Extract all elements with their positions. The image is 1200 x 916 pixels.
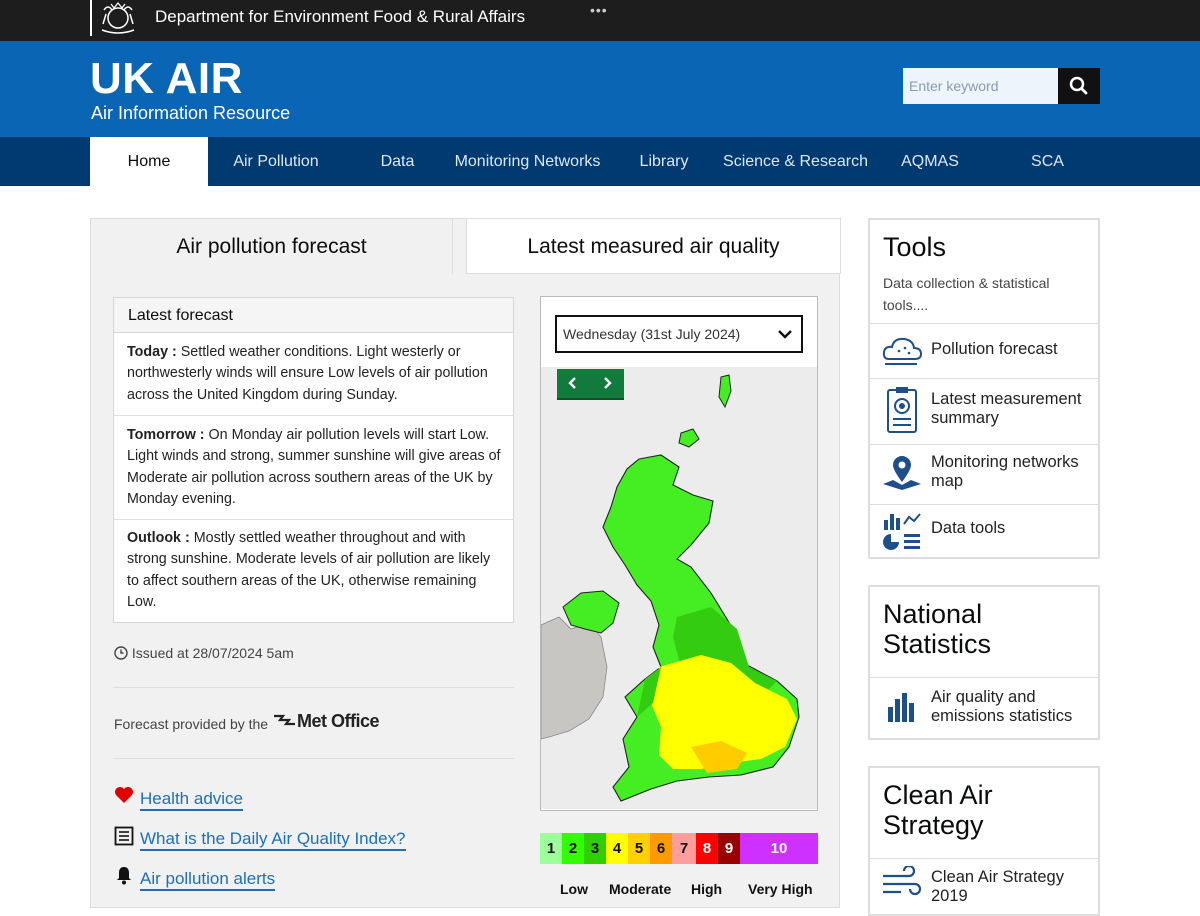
cloud-forecast-icon bbox=[882, 337, 923, 365]
nav-air-pollution[interactable]: Air Pollution bbox=[217, 137, 335, 186]
legend-cell-7: 7 bbox=[672, 833, 696, 864]
forecast-today-text: Settled weather conditions. Light wester… bbox=[127, 344, 488, 403]
nav-monitoring-networks[interactable]: Monitoring Networks bbox=[450, 137, 605, 186]
forecast-today-label: Today : bbox=[127, 344, 177, 360]
forecast-provided-by: Forecast provided by the bbox=[114, 716, 269, 732]
date-select-value: Wednesday (31st July 2024) bbox=[563, 326, 741, 342]
map-nav-arrows bbox=[557, 369, 624, 400]
met-office-name: Met Office bbox=[297, 711, 380, 731]
nav-library[interactable]: Library bbox=[630, 137, 698, 186]
divider bbox=[113, 687, 514, 688]
forecast-tomorrow-label: Tomorrow : bbox=[127, 427, 205, 443]
clipboard-icon bbox=[887, 387, 917, 433]
tool-label: Pollution forecast bbox=[931, 340, 1058, 358]
bell-icon bbox=[117, 867, 131, 885]
clock-icon bbox=[114, 646, 128, 660]
issued-time: Issued at 28/07/2024 5am bbox=[114, 645, 294, 661]
map-pin-icon bbox=[883, 456, 921, 490]
legend-cell-4: 4 bbox=[606, 833, 628, 864]
forecast-outlook: Outlook : Mostly settled weather through… bbox=[127, 528, 503, 613]
legend-cell-10: 10 bbox=[740, 833, 818, 864]
link-health-advice[interactable]: Health advice bbox=[140, 789, 244, 811]
tool-label: Air quality and emissions statistics bbox=[931, 688, 1073, 725]
department-name[interactable]: Department for Environment Food & Rural … bbox=[155, 7, 525, 27]
tool-label: Latest measurement summary bbox=[931, 390, 1082, 427]
chevron-down-icon bbox=[778, 330, 792, 339]
nav-sca[interactable]: SCA bbox=[1020, 137, 1075, 186]
divider bbox=[113, 758, 514, 759]
link-air-pollution-alerts[interactable]: Air pollution alerts bbox=[140, 869, 276, 891]
national-statistics-title: National Statistics bbox=[883, 599, 992, 659]
forecast-heading: Latest forecast bbox=[113, 297, 514, 333]
wind-icon bbox=[883, 866, 922, 896]
nav-aqmas[interactable]: AQMAS bbox=[895, 137, 965, 186]
forecast-today: Today : Settled weather conditions. Ligh… bbox=[127, 342, 503, 406]
legend-cell-8: 8 bbox=[696, 833, 718, 864]
legend-cell-3: 3 bbox=[584, 833, 606, 864]
band-very-high: Very High bbox=[748, 881, 813, 897]
uk-air-quality-map[interactable] bbox=[541, 367, 817, 809]
date-select[interactable]: Wednesday (31st July 2024) bbox=[555, 315, 803, 353]
met-office-icon bbox=[274, 714, 295, 726]
chevron-left-icon[interactable] bbox=[566, 376, 580, 390]
tab-latest-measured[interactable]: Latest measured air quality bbox=[466, 218, 841, 274]
forecast-tomorrow: Tomorrow : On Monday air pollution level… bbox=[127, 425, 503, 510]
heart-icon bbox=[115, 787, 133, 803]
divider bbox=[113, 519, 514, 520]
chevron-right-icon[interactable] bbox=[600, 376, 614, 390]
nav-data[interactable]: Data bbox=[360, 137, 435, 186]
search-input[interactable] bbox=[903, 68, 1058, 104]
tool-label: Clean Air Strategy 2019 bbox=[931, 868, 1064, 905]
legend-cell-2: 2 bbox=[562, 833, 584, 864]
nav-home[interactable]: Home bbox=[90, 137, 208, 186]
tools-title: Tools bbox=[883, 232, 947, 262]
data-chart-icon bbox=[883, 513, 921, 550]
tools-description: Data collection & statistical tools.... bbox=[883, 275, 1050, 313]
legend-cell-6: 6 bbox=[650, 833, 672, 864]
search-button[interactable] bbox=[1058, 68, 1100, 104]
divider bbox=[113, 415, 514, 416]
tool-label: Monitoring networks map bbox=[931, 453, 1079, 490]
site-title[interactable]: UK AIR bbox=[90, 54, 243, 104]
legend-cell-9: 9 bbox=[718, 833, 740, 864]
band-low: Low bbox=[560, 881, 588, 897]
forecast-outlook-label: Outlook : bbox=[127, 530, 190, 546]
clean-air-strategy-title: Clean Air Strategy bbox=[883, 780, 993, 840]
band-high: High bbox=[691, 881, 723, 897]
band-moderate: Moderate bbox=[609, 881, 672, 897]
legend-cell-1: 1 bbox=[540, 833, 562, 864]
search-icon bbox=[1069, 76, 1088, 95]
bar-chart-icon bbox=[888, 693, 914, 722]
tool-label: Data tools bbox=[931, 519, 1006, 537]
met-office-logo[interactable]: Met Office bbox=[273, 711, 380, 732]
more-dots: ••• bbox=[590, 2, 608, 18]
nav-science-research[interactable]: Science & Research bbox=[718, 137, 873, 186]
site-subtitle: Air Information Resource bbox=[91, 103, 291, 123]
royal-crest-logo bbox=[90, 0, 144, 36]
legend-cell-5: 5 bbox=[628, 833, 650, 864]
document-list-icon bbox=[114, 826, 134, 846]
link-daqi[interactable]: What is the Daily Air Quality Index? bbox=[140, 829, 406, 851]
tab-air-pollution-forecast[interactable]: Air pollution forecast bbox=[90, 218, 453, 274]
issued-text: Issued at 28/07/2024 5am bbox=[131, 645, 294, 661]
